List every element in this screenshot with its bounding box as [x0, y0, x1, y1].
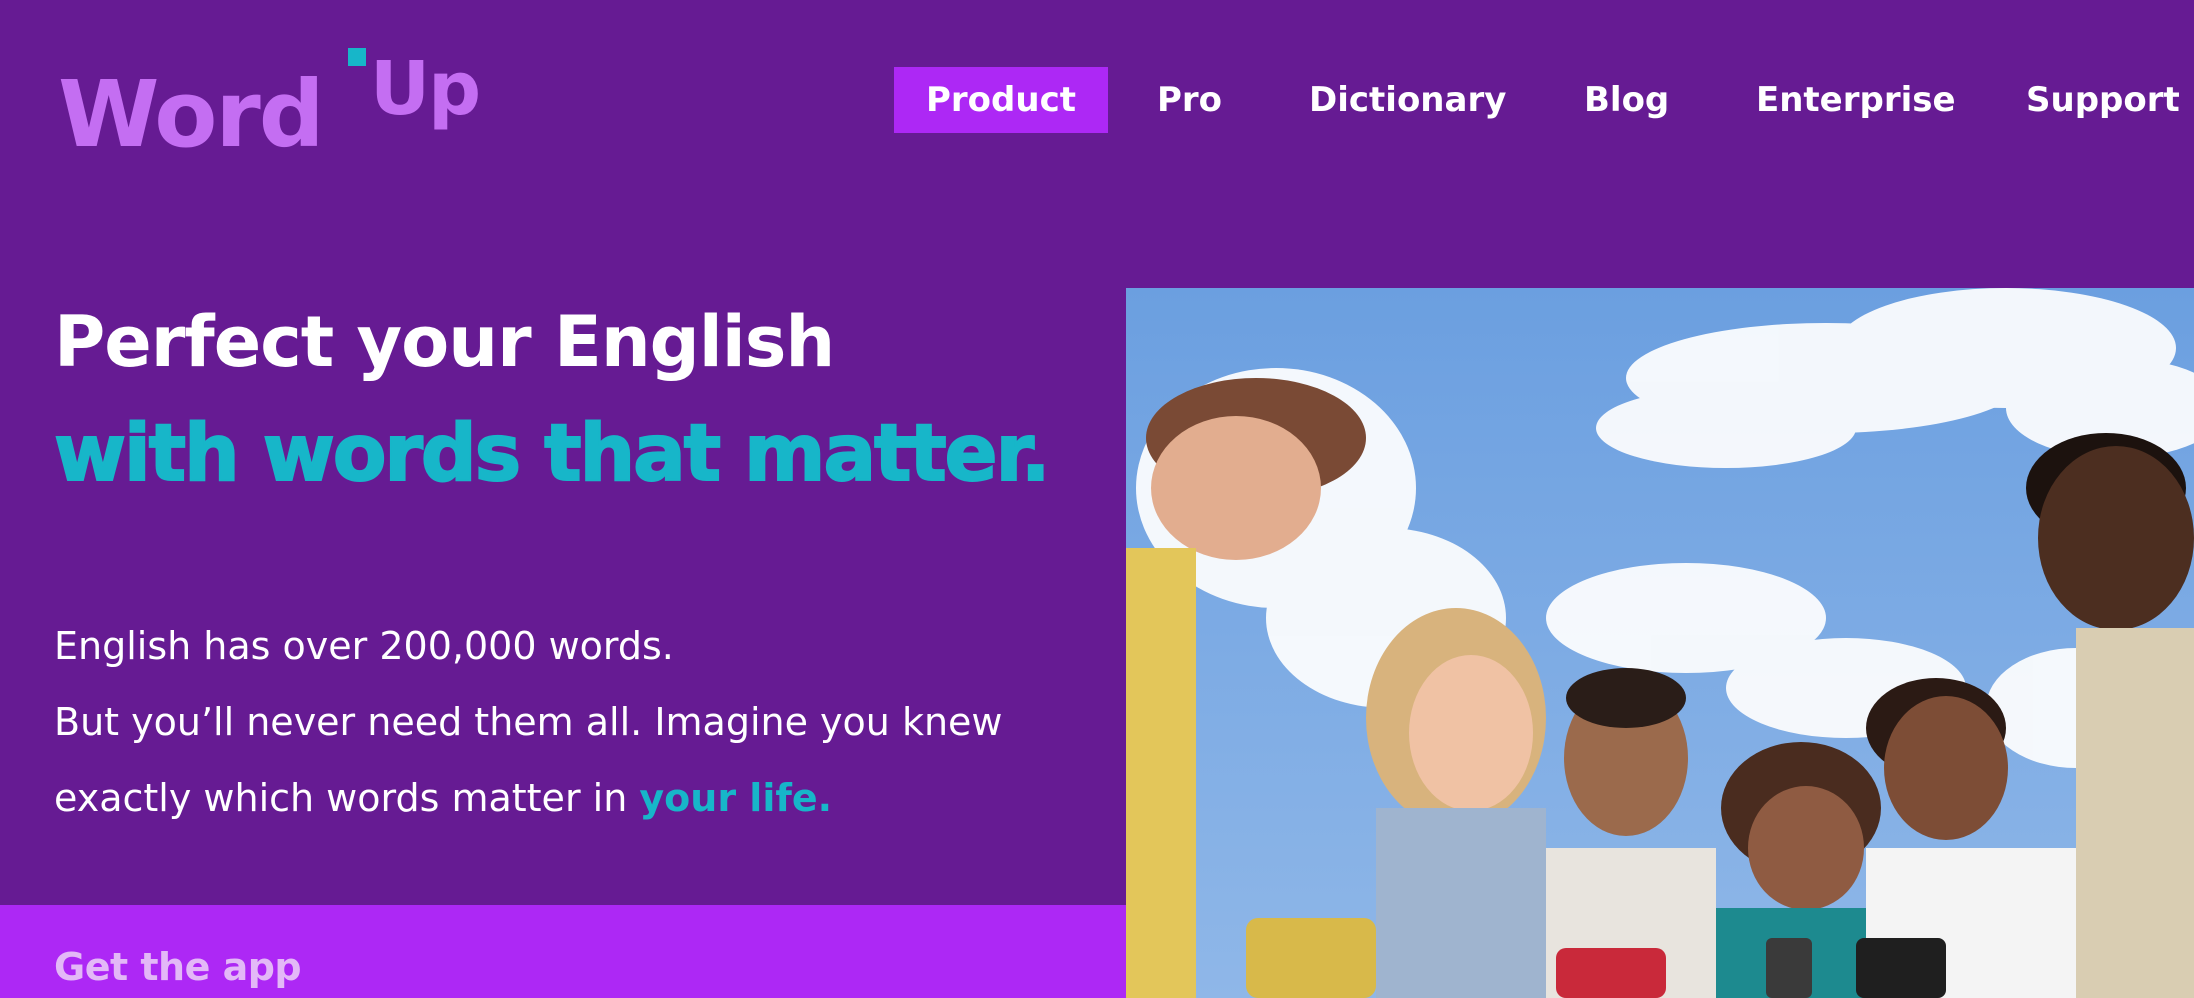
nav-item-pro[interactable]: Pro	[1157, 67, 1222, 133]
nav-item-dictionary[interactable]: Dictionary	[1309, 67, 1506, 133]
hero-body-line-2: But you’ll never need them all. Imagine …	[54, 700, 1003, 744]
nav-item-blog[interactable]: Blog	[1584, 67, 1669, 133]
hero-body-accent: your life.	[639, 776, 833, 820]
group-of-friends-photo-icon	[1126, 288, 2194, 998]
hero-headline: Perfect your English	[54, 301, 835, 383]
hero-body-line-3-prefix: exactly which words matter in	[54, 776, 628, 820]
hero-photo	[1126, 288, 2194, 998]
nav-item-product[interactable]: Product	[894, 67, 1108, 133]
main-nav: Product Pro Dictionary Blog Enterprise S…	[0, 67, 2194, 133]
nav-item-enterprise[interactable]: Enterprise	[1756, 67, 1956, 133]
get-the-app-label[interactable]: Get the app	[54, 945, 302, 989]
hero-body: English has over 200,000 words. But you’…	[54, 608, 1114, 836]
nav-item-support[interactable]: Support	[2026, 67, 2180, 133]
hero-body-line-1: English has over 200,000 words.	[54, 624, 674, 668]
logo-accent-square	[348, 48, 366, 66]
hero-subheadline: with words that matter.	[53, 408, 1052, 500]
get-the-app-bar[interactable]: Get the app	[0, 905, 1126, 998]
